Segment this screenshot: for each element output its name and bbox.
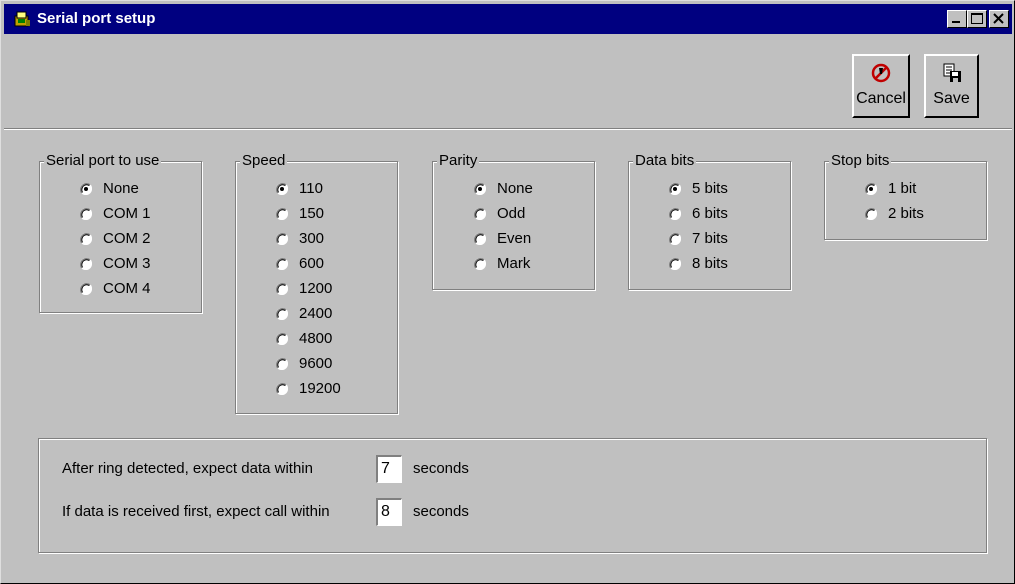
- radio-button-icon: [275, 232, 289, 246]
- app-icon: [14, 11, 30, 27]
- minimize-button[interactable]: [947, 10, 967, 28]
- radio-label: 5 bits: [692, 180, 728, 197]
- radio-label: 150: [299, 205, 325, 222]
- ring-timeout-unit: seconds: [413, 460, 469, 477]
- radio-button-icon: [275, 357, 289, 371]
- toolbar-separator: [4, 128, 1012, 130]
- radio-button-icon: [79, 257, 93, 271]
- radio-label: 1 bit: [888, 180, 917, 197]
- stop-bits-group-title: Stop bits: [829, 152, 892, 169]
- radio-label: 2400: [299, 305, 333, 322]
- radio-button-icon: [79, 207, 93, 221]
- stop-bits-group: Stop bits 1 bit 2 bits: [824, 152, 987, 240]
- radio-button-icon: [275, 257, 289, 271]
- radio-label: 7 bits: [692, 230, 728, 247]
- serial-port-setup-window: Serial port setup Cancel Save Serial por…: [0, 0, 1015, 584]
- data-bits-group: Data bits 5 bits 6 bits 7 bits 8 bits: [628, 152, 791, 290]
- radio-button-icon: [668, 232, 682, 246]
- title-bar[interactable]: Serial port setup: [4, 4, 1012, 34]
- parity-group: Parity None Odd Even Mark: [432, 152, 595, 290]
- cancel-button[interactable]: Cancel: [852, 54, 910, 118]
- radio-button-icon: [275, 282, 289, 296]
- radio-label: None: [497, 180, 533, 197]
- window-title: Serial port setup: [37, 10, 156, 27]
- parity-group-title: Parity: [437, 152, 480, 169]
- ring-timeout-input[interactable]: 7: [376, 455, 402, 483]
- radio-label: COM 2: [103, 230, 151, 247]
- minimize-icon: [952, 21, 960, 23]
- radio-label: 9600: [299, 355, 333, 372]
- timeouts-panel: After ring detected, expect data within …: [38, 438, 987, 553]
- data-timeout-label: If data is received first, expect call w…: [62, 503, 330, 520]
- serial-port-group-title: Serial port to use: [44, 152, 162, 169]
- radio-label: 4800: [299, 330, 333, 347]
- data-bits-group-title: Data bits: [633, 152, 697, 169]
- data-timeout-input[interactable]: 8: [376, 498, 402, 526]
- radio-button-icon: [473, 207, 487, 221]
- radio-button-icon: [275, 332, 289, 346]
- radio-label: Mark: [497, 255, 531, 272]
- radio-button-icon: [275, 207, 289, 221]
- radio-button-icon: [864, 182, 878, 196]
- radio-label: 1200: [299, 280, 333, 297]
- maximize-button[interactable]: [967, 10, 987, 28]
- radio-label: COM 3: [103, 255, 151, 272]
- serial-port-group: Serial port to use None COM 1 COM 2 COM …: [39, 152, 202, 313]
- radio-button-icon: [473, 182, 487, 196]
- save-label: Save: [933, 90, 970, 107]
- save-icon: [943, 63, 961, 82]
- radio-label: 600: [299, 255, 325, 272]
- radio-button-icon: [79, 282, 93, 296]
- radio-label: 2 bits: [888, 205, 924, 222]
- radio-button-icon: [473, 232, 487, 246]
- radio-label: 19200: [299, 380, 341, 397]
- radio-button-icon: [79, 182, 93, 196]
- radio-button-icon: [864, 207, 878, 221]
- save-button[interactable]: Save: [924, 54, 979, 118]
- speed-group-title: Speed: [240, 152, 288, 169]
- radio-button-icon: [668, 182, 682, 196]
- radio-button-icon: [275, 182, 289, 196]
- radio-label: 110: [299, 180, 323, 197]
- speed-group: Speed 110 150 300 600 1200 2400 4800 960…: [235, 152, 398, 414]
- radio-button-icon: [275, 382, 289, 396]
- radio-label: None: [103, 180, 139, 197]
- close-button[interactable]: [989, 10, 1009, 28]
- close-icon: [993, 13, 1004, 24]
- ring-timeout-label: After ring detected, expect data within: [62, 460, 313, 477]
- cancel-icon: [871, 63, 891, 83]
- radio-button-icon: [473, 257, 487, 271]
- radio-label: 300: [299, 230, 325, 247]
- radio-label: COM 4: [103, 280, 151, 297]
- radio-label: Even: [497, 230, 532, 247]
- radio-button-icon: [275, 307, 289, 321]
- data-timeout-unit: seconds: [413, 503, 469, 520]
- radio-button-icon: [668, 257, 682, 271]
- radio-label: 6 bits: [692, 205, 728, 222]
- cancel-label: Cancel: [856, 90, 906, 107]
- radio-label: COM 1: [103, 205, 151, 222]
- radio-button-icon: [668, 207, 682, 221]
- radio-label: 8 bits: [692, 255, 728, 272]
- radio-button-icon: [79, 232, 93, 246]
- maximize-icon: [971, 13, 983, 24]
- radio-label: Odd: [497, 205, 526, 222]
